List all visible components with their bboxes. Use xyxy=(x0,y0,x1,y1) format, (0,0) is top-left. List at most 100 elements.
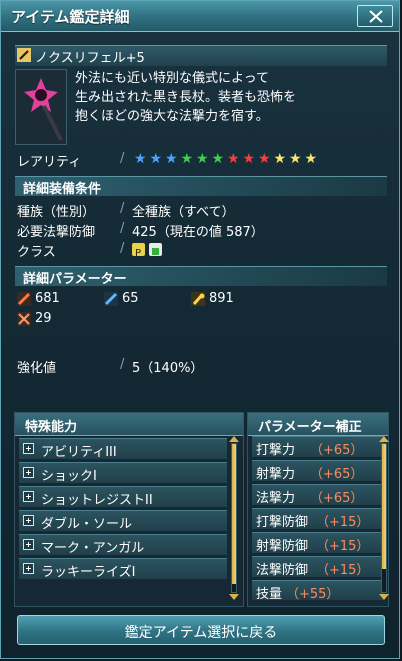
ability-item[interactable]: ラッキーライズI xyxy=(19,558,227,580)
abilities-scrollbar[interactable] xyxy=(229,436,239,600)
scroll-thumb[interactable] xyxy=(382,444,386,569)
close-button[interactable] xyxy=(357,5,393,27)
bonus-label: 打撃力 xyxy=(256,443,296,458)
ability-label: ショットレジストII xyxy=(41,493,153,508)
rarity-star-icon: ★ xyxy=(227,151,240,167)
ability-item[interactable]: マーク・アンガル xyxy=(19,534,227,556)
parameter-bonus-header: パラメーター補正 xyxy=(248,413,388,436)
ranged-attack-icon xyxy=(104,292,118,306)
requirements-header-label: 詳細装備条件 xyxy=(23,182,102,197)
ranged-value: 65 xyxy=(122,291,139,306)
special-abilities-title: 特殊能力 xyxy=(25,420,78,435)
scroll-up-arrow-icon[interactable] xyxy=(379,436,389,442)
force-class-icon: P xyxy=(132,243,145,259)
enhancement-label: 強化値 xyxy=(17,361,57,376)
rarity-separator: / xyxy=(120,151,125,166)
expand-icon[interactable] xyxy=(23,539,34,550)
parameter-bonus-title: パラメーター補正 xyxy=(258,420,362,435)
ability-label: マーク・アンガル xyxy=(41,541,145,556)
item-thumbnail xyxy=(15,69,67,145)
bonus-row: 打撃防御 （+15） xyxy=(252,508,384,530)
bonus-label: 打撃防御 xyxy=(256,515,309,530)
staff-image-icon xyxy=(24,78,63,141)
expand-icon[interactable] xyxy=(23,563,34,574)
attack-value: 681 xyxy=(35,291,60,306)
rarity-star-icon: ★ xyxy=(258,151,271,167)
expand-icon[interactable] xyxy=(23,467,34,478)
rarity-star-icon: ★ xyxy=(289,151,302,167)
parameter-bonus-panel: パラメーター補正 打撃力 （+65） 射撃力 （+65） 法撃力 （+65） 打… xyxy=(247,412,389,607)
bonus-value: （+15） xyxy=(316,563,370,578)
dex-value: 29 xyxy=(35,311,52,326)
rarity-star-icon: ★ xyxy=(134,151,147,167)
defense-separator: / xyxy=(120,221,125,236)
close-icon xyxy=(369,10,383,23)
ability-label: ダブル・ソール xyxy=(41,517,133,532)
ability-item[interactable]: ダブル・ソール xyxy=(19,510,227,532)
rarity-star-icon: ★ xyxy=(180,151,194,167)
tech-value: 891 xyxy=(209,291,234,306)
scroll-thumb[interactable] xyxy=(232,444,236,584)
bonus-row: 射撃力 （+65） xyxy=(252,460,384,482)
rarity-star-icon: ★ xyxy=(149,151,163,167)
bonus-label: 法撃力 xyxy=(256,491,296,506)
required-defense-value: 425（現在の値 587） xyxy=(132,225,264,240)
technique-attack-icon xyxy=(191,292,205,306)
title-bar: アイテム鑑定詳細 xyxy=(1,1,399,32)
rarity-star-icon: ★ xyxy=(196,151,209,167)
scroll-up-arrow-icon[interactable] xyxy=(229,436,239,442)
bonus-label: 射撃力 xyxy=(256,467,296,482)
rarity-star-icon: ★ xyxy=(211,151,225,167)
window-title: アイテム鑑定詳細 xyxy=(11,8,130,26)
bonus-row: 法撃力 （+65） xyxy=(252,484,384,506)
required-defense-label: 必要法撃防御 xyxy=(17,225,96,240)
rarity-star-icon: ★ xyxy=(304,151,318,167)
expand-icon[interactable] xyxy=(23,515,34,526)
ability-item[interactable]: ショックI xyxy=(19,462,227,484)
bonus-row: 射撃防御 （+15） xyxy=(252,532,384,554)
bonus-label: 射撃防御 xyxy=(256,539,309,554)
appraisal-detail-window: アイテム鑑定詳細 ノクスリフェル+5 外法にも近い特別な儀式によって 生み出され… xyxy=(0,0,400,659)
parameters-header: 詳細パラメーター xyxy=(15,266,387,287)
bonus-value: （+55） xyxy=(286,587,340,602)
race-separator: / xyxy=(120,201,125,216)
enhancement-value: 5（140%） xyxy=(132,361,204,376)
class-separator: / xyxy=(120,241,125,256)
rarity-label: レアリティ xyxy=(17,155,82,170)
bonus-label: 技量 xyxy=(256,587,283,602)
rod-weapon-icon xyxy=(17,48,31,62)
scroll-down-arrow-icon[interactable] xyxy=(229,594,239,600)
techter-class-icon xyxy=(149,243,162,256)
item-name-bar: ノクスリフェル+5 xyxy=(15,45,387,66)
bonus-row: 打撃力 （+65） xyxy=(252,436,384,458)
bonus-value: （+65） xyxy=(310,467,364,482)
scroll-down-arrow-icon[interactable] xyxy=(379,594,389,600)
race-value: 全種族（すべて） xyxy=(132,205,235,220)
bonus-row: 技量 （+55） xyxy=(252,580,384,602)
bonus-row: 法撃防御 （+15） xyxy=(252,556,384,578)
ability-label: アビリティIII xyxy=(41,445,117,460)
expand-icon[interactable] xyxy=(23,443,34,454)
bonus-value: （+15） xyxy=(316,515,370,530)
bonus-value: （+15） xyxy=(316,539,370,554)
ability-label: ショックI xyxy=(41,469,97,484)
rarity-star-icon: ★ xyxy=(242,151,256,167)
bonus-label: 法撃防御 xyxy=(256,563,309,578)
bonus-value: （+65） xyxy=(310,491,364,506)
back-to-selection-button[interactable]: 鑑定アイテム選択に戻る xyxy=(17,615,385,645)
svg-text:P: P xyxy=(135,248,141,258)
back-button-label: 鑑定アイテム選択に戻る xyxy=(124,625,278,641)
parameters-header-label: 詳細パラメーター xyxy=(23,272,127,287)
ability-item[interactable]: アビリティIII xyxy=(19,438,227,460)
requirements-header: 詳細装備条件 xyxy=(15,176,387,197)
expand-icon[interactable] xyxy=(23,491,34,502)
striking-attack-icon xyxy=(17,292,31,306)
special-abilities-panel: 特殊能力 アビリティIII ショックI ショットレジストII ダブル・ソール マ… xyxy=(14,412,244,607)
bonus-scrollbar[interactable] xyxy=(379,436,389,600)
item-description: 外法にも近い特別な儀式によって 生み出された黒き長杖。装者も恐怖を 抱くほどの強… xyxy=(75,71,297,124)
ability-item[interactable]: ショットレジストII xyxy=(19,486,227,508)
ability-label: ラッキーライズI xyxy=(41,565,136,580)
item-name: ノクスリフェル+5 xyxy=(35,51,145,66)
race-label: 種族（性別） xyxy=(17,205,96,220)
class-label: クラス xyxy=(17,245,56,260)
